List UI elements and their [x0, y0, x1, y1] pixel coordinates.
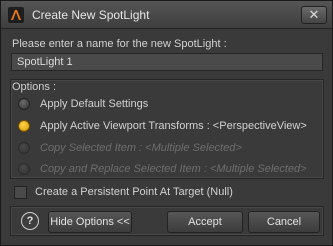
options-legend: Options :: [12, 81, 60, 93]
name-prompt-label: Please enter a name for the new SpotLigh…: [12, 38, 227, 50]
daz-studio-logo-icon: [8, 7, 24, 23]
radio-button[interactable]: [18, 98, 30, 110]
hide-options-button[interactable]: Hide Options <<: [48, 211, 132, 233]
dialog-title: Create New SpotLight: [32, 8, 150, 22]
radio-button-disabled: [18, 142, 30, 154]
cancel-button[interactable]: Cancel: [248, 211, 320, 233]
option-label: Apply Default Settings: [40, 98, 149, 110]
close-button[interactable]: ✕: [301, 6, 327, 24]
help-button[interactable]: ?: [21, 212, 39, 230]
radio-button-selected[interactable]: [18, 120, 30, 132]
persistent-point-label: Create a Persistent Point At Target (Nul…: [35, 186, 233, 198]
spotlight-name-input[interactable]: [11, 53, 323, 71]
persistent-point-checkbox[interactable]: [14, 186, 27, 199]
option-label: Copy and Replace Selected Item : <Multip…: [40, 163, 307, 175]
accept-button[interactable]: Accept: [167, 211, 243, 233]
help-icon: ?: [26, 215, 34, 227]
close-icon: ✕: [308, 7, 320, 22]
radio-button-disabled: [18, 163, 30, 175]
option-label: Apply Active Viewport Transforms : <Pers…: [40, 120, 307, 132]
create-spotlight-dialog: Create New SpotLight ✕ Please enter a na…: [0, 0, 333, 246]
title-bar[interactable]: Create New SpotLight ✕: [1, 1, 332, 29]
option-label: Copy Selected Item : <Multiple Selected>: [40, 142, 242, 154]
